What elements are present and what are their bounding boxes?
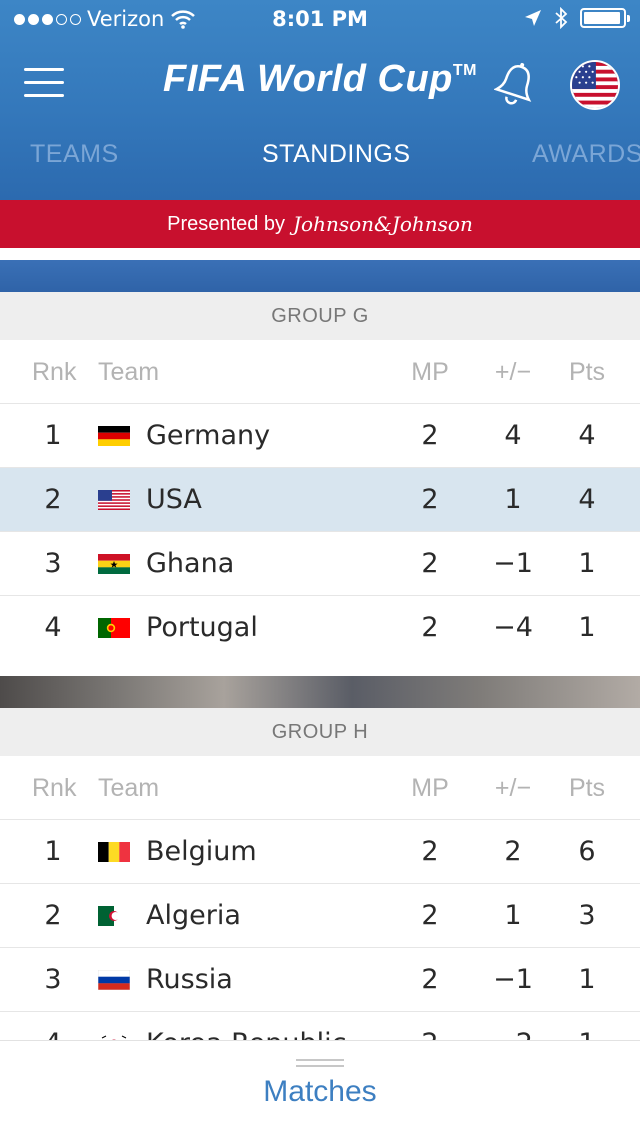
us-flag-icon[interactable]	[570, 60, 620, 110]
matches-played: 2	[421, 548, 439, 579]
table-row[interactable]: 3 Russia 2 −1 1	[0, 948, 640, 1012]
column-header-points: Pts	[568, 358, 606, 386]
goal-difference: 1	[504, 484, 522, 515]
points: 6	[578, 836, 596, 867]
goal-difference: 1	[504, 900, 522, 931]
table-row[interactable]: 2 Algeria 2 1 3	[0, 884, 640, 948]
trademark-sign: TM	[452, 62, 477, 79]
matches-drawer[interactable]: Matches	[0, 1040, 640, 1137]
points: 4	[578, 484, 596, 515]
bell-icon[interactable]	[494, 60, 538, 108]
usa-flag-icon	[98, 490, 130, 510]
column-header-points: Pts	[568, 774, 606, 802]
goal-difference: 4	[504, 420, 522, 451]
column-header-rank: Rnk	[32, 774, 77, 802]
rank: 3	[44, 964, 62, 995]
group-g-card: GROUP G Rnk Team MP +/− Pts 1 Germany 2 …	[0, 292, 640, 660]
points: 4	[578, 420, 596, 451]
group-h-card: GROUP H Rnk Team MP +/− Pts 1 Belgium 2 …	[0, 708, 640, 1076]
points: 1	[578, 964, 596, 995]
battery-icon	[580, 8, 630, 28]
matches-played: 2	[421, 900, 439, 931]
team-name: Ghana	[146, 548, 235, 579]
column-header-mp: MP	[411, 358, 449, 386]
team-name: Portugal	[146, 612, 258, 643]
sponsor-brand-logo: Johnson&Johnson	[293, 212, 473, 236]
rank: 4	[44, 612, 62, 643]
team-name: Russia	[146, 964, 233, 995]
matches-button[interactable]: Matches	[0, 1075, 640, 1109]
tab-standings[interactable]: STANDINGS	[262, 140, 411, 169]
matches-played: 2	[421, 484, 439, 515]
algeria-flag-icon	[98, 906, 130, 926]
table-row[interactable]: 1 Germany 2 4 4	[0, 404, 640, 468]
goal-difference: 2	[504, 836, 522, 867]
rank: 1	[44, 420, 62, 451]
group-title: GROUP H	[0, 708, 640, 756]
group-title: GROUP G	[0, 292, 640, 340]
table-row[interactable]: 1 Belgium 2 2 6	[0, 820, 640, 884]
column-header-mp: MP	[411, 774, 449, 802]
tab-awards[interactable]: AWARDS	[532, 140, 640, 169]
app-header: Verizon 8:01 PM FIFA World CupTM TEAMS S…	[0, 0, 640, 200]
team-name: Belgium	[146, 836, 257, 867]
rank: 2	[44, 484, 62, 515]
status-bar: Verizon 8:01 PM	[0, 0, 640, 40]
matches-played: 2	[421, 420, 439, 451]
matches-played: 2	[421, 964, 439, 995]
russia-flag-icon	[98, 970, 130, 990]
team-name: Germany	[146, 420, 271, 451]
rank: 1	[44, 836, 62, 867]
points: 3	[578, 900, 596, 931]
app-title: FIFA World CupTM	[163, 58, 477, 100]
germany-flag-icon	[98, 426, 130, 446]
drag-handle[interactable]	[296, 1059, 344, 1067]
table-header: Rnk Team MP +/− Pts	[0, 756, 640, 820]
goal-difference: −1	[493, 548, 533, 579]
table-header: Rnk Team MP +/− Pts	[0, 340, 640, 404]
divider	[0, 248, 640, 260]
matches-played: 2	[421, 836, 439, 867]
sponsor-prefix: Presented by	[167, 212, 286, 235]
column-header-rank: Rnk	[32, 358, 77, 386]
matches-played: 2	[421, 612, 439, 643]
rank: 3	[44, 548, 62, 579]
portugal-flag-icon	[98, 618, 130, 638]
table-row[interactable]: 3 Ghana 2 −1 1	[0, 532, 640, 596]
points: 1	[578, 548, 596, 579]
table-row[interactable]: 4 Portugal 2 −4 1	[0, 596, 640, 660]
tab-bar: TEAMS STANDINGS AWARDS	[0, 140, 640, 180]
goal-difference: −4	[493, 612, 533, 643]
bluetooth-icon	[555, 7, 568, 29]
background-photo	[0, 676, 640, 708]
rank: 2	[44, 900, 62, 931]
divider	[0, 260, 640, 292]
table-row[interactable]: 2 USA 2 1 4	[0, 468, 640, 532]
goal-difference: −1	[493, 964, 533, 995]
location-arrow-icon	[525, 10, 541, 26]
belgium-flag-icon	[98, 842, 130, 862]
column-header-team: Team	[98, 774, 160, 802]
ghana-flag-icon	[98, 554, 130, 574]
column-header-team: Team	[98, 358, 160, 386]
team-name: Algeria	[146, 900, 241, 931]
sponsor-banner[interactable]: Presented by Johnson&Johnson	[0, 200, 640, 248]
tab-teams[interactable]: TEAMS	[30, 140, 119, 169]
points: 1	[578, 612, 596, 643]
team-name: USA	[146, 484, 202, 515]
column-header-goal-diff: +/−	[494, 774, 532, 802]
column-header-goal-diff: +/−	[494, 358, 532, 386]
